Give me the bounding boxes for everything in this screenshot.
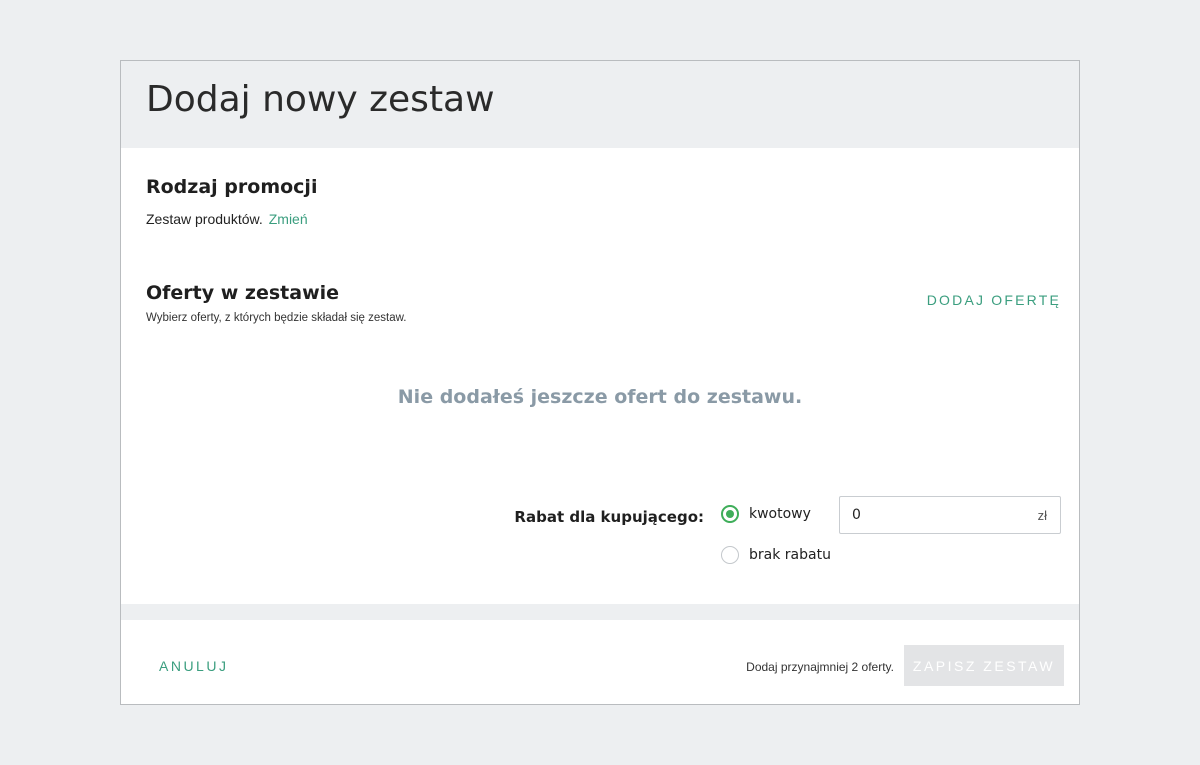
radio-unchecked-icon[interactable]: [721, 546, 739, 564]
new-set-dialog: Dodaj nowy zestaw Rodzaj promocji Zestaw…: [120, 60, 1080, 705]
offers-section-subtitle: Wybierz oferty, z których będzie składał…: [146, 312, 407, 324]
cancel-button[interactable]: ANULUJ: [159, 658, 228, 674]
save-set-button[interactable]: ZAPISZ ZESTAW: [904, 645, 1064, 686]
promotion-type-text: Zestaw produktów.: [146, 211, 263, 227]
offers-section-title: Oferty w zestawie: [146, 282, 340, 304]
min-offers-hint: Dodaj przynajmniej 2 oferty.: [746, 660, 894, 674]
currency-unit: zł: [1037, 508, 1047, 523]
empty-offers-message: Nie dodałeś jeszcze ofert do zestawu.: [397, 386, 803, 408]
discount-amount-input[interactable]: [852, 497, 1022, 533]
dialog-title: Dodaj nowy zestaw: [146, 79, 495, 120]
discount-amount-field[interactable]: zł: [839, 496, 1061, 534]
discount-option-none-label: brak rabatu: [749, 547, 831, 563]
dialog-header: Dodaj nowy zestaw: [121, 61, 1079, 148]
footer-divider: [121, 604, 1079, 620]
radio-checked-icon[interactable]: [721, 505, 739, 523]
discount-option-none[interactable]: brak rabatu: [721, 546, 831, 564]
buyer-discount-label: Rabat dla kupującego:: [514, 508, 704, 526]
change-promotion-link[interactable]: Zmień: [269, 211, 308, 227]
promotion-type-line: Zestaw produktów. Zmień: [146, 211, 308, 227]
promotion-type-title: Rodzaj promocji: [146, 176, 318, 198]
add-offer-button[interactable]: DODAJ OFERTĘ: [927, 292, 1061, 308]
discount-option-amount[interactable]: kwotowy: [721, 505, 811, 523]
discount-option-amount-label: kwotowy: [749, 506, 811, 522]
